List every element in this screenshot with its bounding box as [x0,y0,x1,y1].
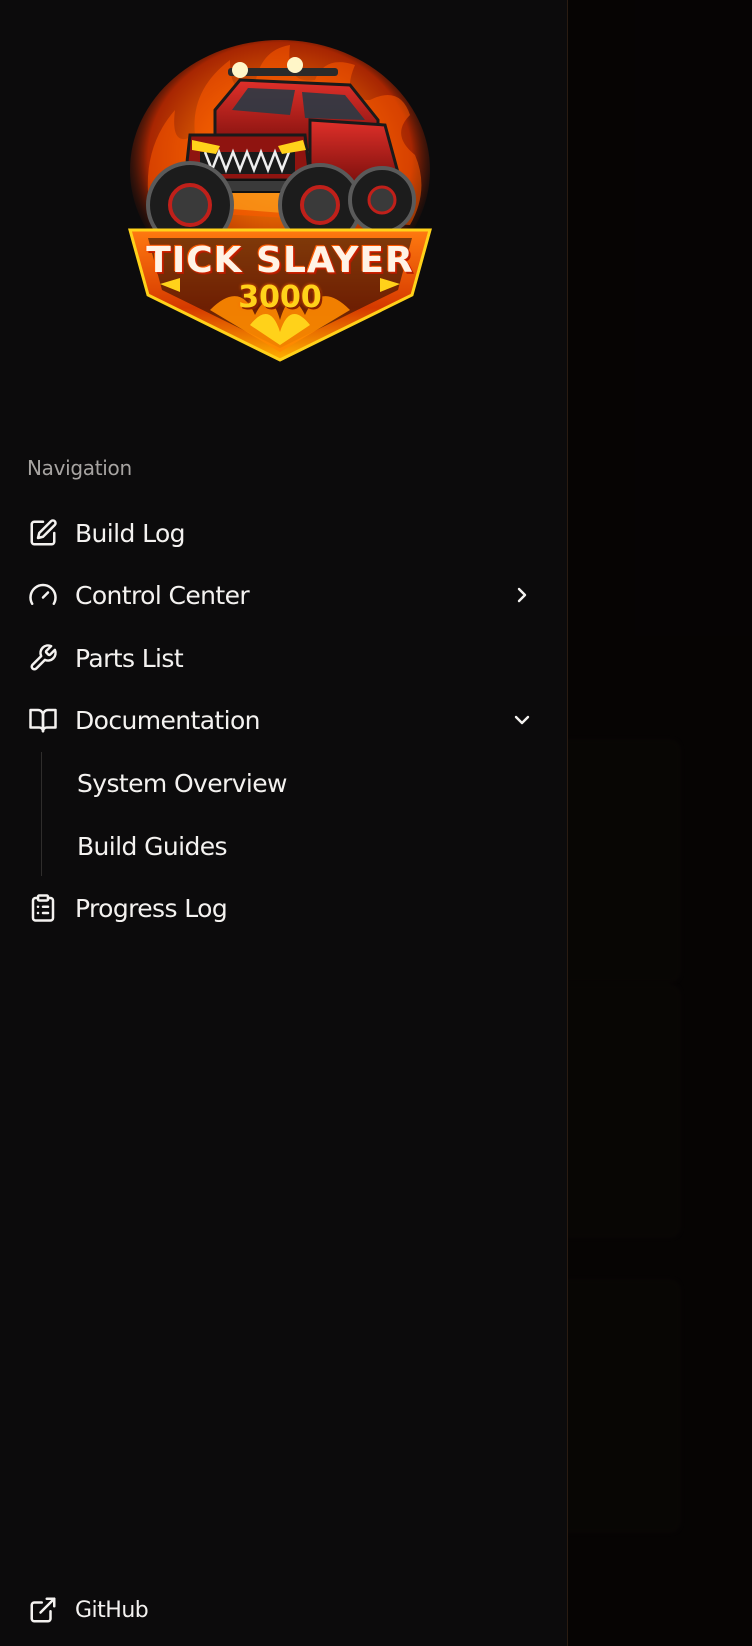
chevron-down-icon[interactable] [508,706,536,734]
gauge-icon [27,579,59,611]
drawer-backdrop[interactable] [568,0,752,1646]
navigation-drawer: TICK SLAYER 3000 Navigation Build Log Co… [0,0,568,1646]
navigation-heading: Navigation [27,456,132,480]
wrench-icon [27,642,59,674]
nav-item-documentation[interactable]: Documentation [0,692,568,748]
nav-item-build-log[interactable]: Build Log [0,505,568,561]
logo-artwork [128,40,432,362]
nav-subitem-system-overview[interactable]: System Overview [42,755,568,811]
tick-slayer-logo[interactable]: TICK SLAYER 3000 [120,40,440,380]
nav-label-system-overview: System Overview [77,768,287,798]
nav-label-parts-list: Parts List [75,643,184,673]
logo-title: TICK SLAYER [146,240,414,281]
book-open-icon [27,704,59,736]
external-link-icon [27,1594,59,1626]
nav-label-build-guides: Build Guides [77,831,228,861]
nav-item-control-center[interactable]: Control Center [0,567,568,623]
nav-label-build-log: Build Log [75,518,186,548]
chevron-right-icon[interactable] [508,581,536,609]
nav-item-parts-list[interactable]: Parts List [0,630,568,686]
edit-icon [27,517,59,549]
nav-subitem-build-guides[interactable]: Build Guides [42,818,568,874]
github-link[interactable]: GitHub [0,1582,568,1638]
nav-label-control-center: Control Center [75,580,250,610]
nav-item-progress-log[interactable]: Progress Log [0,880,568,936]
nav-label-progress-log: Progress Log [75,893,228,923]
viewport: TICK SLAYER 3000 Navigation Build Log Co… [0,0,752,1646]
clipboard-list-icon [27,892,59,924]
github-label: GitHub [75,1597,149,1623]
logo-subtitle: 3000 [238,280,322,315]
nav-label-documentation: Documentation [75,705,261,735]
